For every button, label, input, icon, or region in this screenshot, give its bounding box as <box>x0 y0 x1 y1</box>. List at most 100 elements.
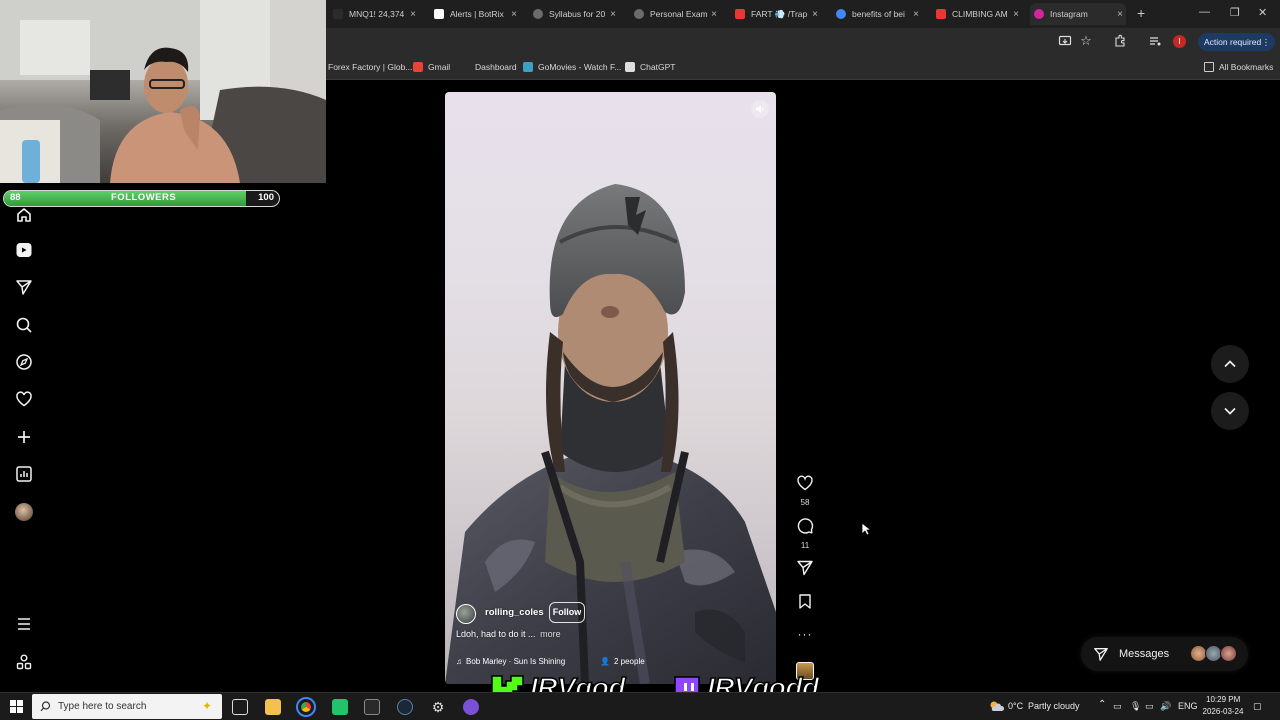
also-from-meta-icon[interactable] <box>15 653 33 671</box>
messages-label: Messages <box>1119 648 1170 660</box>
comment-icon <box>797 518 814 534</box>
bookmark-item[interactable]: GoMovies - Watch F... <box>523 62 621 72</box>
explore-icon[interactable] <box>15 353 33 371</box>
battery-icon[interactable]: ▭ <box>1145 701 1154 712</box>
tab-1[interactable]: Alerts | BotRix × <box>430 3 520 25</box>
chrome-icon[interactable] <box>296 697 316 717</box>
close-tab-icon[interactable]: × <box>708 9 720 20</box>
mute-toggle-icon[interactable] <box>751 100 769 118</box>
tagged-people-chip[interactable]: 👤 2 people <box>600 654 645 669</box>
windows-start-icon[interactable] <box>10 700 23 713</box>
weather-temp[interactable]: 0°C <box>1008 701 1023 711</box>
tab-4[interactable]: FART 💨 /Trap × <box>731 3 821 25</box>
youtube-icon <box>936 9 946 19</box>
microphone-icon[interactable]: 🎙 <box>1130 701 1141 712</box>
tab-5[interactable]: benefits of bei × <box>832 3 922 25</box>
folder-icon <box>1204 62 1214 72</box>
close-tab-icon[interactable]: × <box>1114 9 1126 20</box>
botrix-icon <box>434 9 444 19</box>
restore-button[interactable]: ❐ <box>1230 6 1240 19</box>
tab-active[interactable]: Instagram × <box>1030 3 1126 25</box>
close-tab-icon[interactable]: × <box>809 9 821 20</box>
bookmark-item[interactable]: Forex Factory | Glob... <box>313 62 412 72</box>
task-view-icon[interactable] <box>232 699 248 715</box>
language-indicator[interactable]: ENG <box>1178 701 1198 711</box>
notifications-center-icon[interactable]: ▢ <box>1253 701 1262 712</box>
install-app-icon[interactable] <box>1057 34 1073 50</box>
app-icon[interactable] <box>332 699 348 715</box>
tab-title: Personal Exam <box>650 9 708 19</box>
extensions-icon[interactable] <box>1112 34 1128 50</box>
clock-date[interactable]: 2026-03-24 <box>1201 707 1245 716</box>
next-reel-button[interactable] <box>1211 392 1249 430</box>
search-icon[interactable] <box>15 316 33 334</box>
settings-gear-icon[interactable]: ⚙ <box>430 699 446 715</box>
more-options-icon[interactable]: ··· <box>795 627 815 641</box>
create-icon[interactable] <box>15 428 33 446</box>
home-icon[interactable] <box>15 206 33 224</box>
previous-reel-button[interactable] <box>1211 345 1249 383</box>
app-icon[interactable] <box>463 699 479 715</box>
media-controls-icon[interactable] <box>1147 34 1163 50</box>
audio-chip[interactable]: ♫ Bob Marley · Sun Is Shining <box>456 654 565 669</box>
like-count: 58 <box>800 498 810 507</box>
tab-0[interactable]: MNQ1! 24,374 × <box>329 3 419 25</box>
action-required-button[interactable]: Action required ⋮ <box>1198 33 1276 51</box>
taskbar-search-input[interactable]: Type here to search ✦ <box>32 694 222 719</box>
webcam-feed-image <box>0 0 326 183</box>
like-button[interactable]: 58 <box>795 474 815 507</box>
tab-6[interactable]: CLIMBING AM × <box>932 3 1022 25</box>
dashboard-icon[interactable] <box>15 465 33 483</box>
bookmark-star-icon[interactable]: ☆ <box>1078 33 1094 49</box>
more-menu-icon[interactable] <box>15 615 33 633</box>
weather-description[interactable]: Partly cloudy <box>1028 701 1080 711</box>
followers-goal-bar: 88 FOLLOWERS 100 <box>3 190 280 207</box>
followers-current: 88 <box>10 192 21 203</box>
weather-icon <box>990 701 1004 711</box>
volume-icon[interactable]: 🔊 <box>1160 701 1171 712</box>
tab-2[interactable]: Syllabus for 20 × <box>529 3 619 25</box>
bookmark-item[interactable]: Dashboard <box>460 62 517 72</box>
close-tab-icon[interactable]: × <box>607 9 619 20</box>
bookmark-item[interactable]: Gmail <box>413 62 450 72</box>
tab-3[interactable]: Personal Exam × <box>630 3 720 25</box>
bookmark-item[interactable]: ChatGPT <box>625 62 675 72</box>
followers-goal: 100 <box>258 192 274 203</box>
all-bookmarks-button[interactable]: All Bookmarks <box>1204 62 1273 72</box>
minimize-button[interactable]: — <box>1199 6 1210 18</box>
network-icon[interactable]: ▭ <box>1113 701 1122 712</box>
tradingview-icon <box>333 9 343 19</box>
direct-icon[interactable] <box>15 278 33 296</box>
epic-games-icon[interactable] <box>364 699 380 715</box>
caption-more-link[interactable]: more <box>540 629 561 639</box>
profile-avatar[interactable] <box>15 503 33 521</box>
close-window-button[interactable]: ✕ <box>1258 6 1267 19</box>
reels-icon[interactable] <box>15 241 33 259</box>
caption-text: Ldoh, had to do it ... <box>456 629 536 639</box>
reel-author-avatar[interactable] <box>456 604 476 624</box>
reel-username[interactable]: rolling_coles <box>485 607 544 618</box>
close-tab-icon[interactable]: × <box>910 9 922 20</box>
new-tab-button[interactable]: + <box>1137 5 1145 21</box>
comment-button[interactable]: 11 <box>795 517 815 550</box>
save-button[interactable] <box>795 593 815 615</box>
notifications-icon[interactable] <box>15 390 33 408</box>
clock-time[interactable]: 10:29 PM <box>1206 695 1240 704</box>
close-tab-icon[interactable]: × <box>407 9 419 20</box>
person-icon: 👤 <box>600 657 610 666</box>
followers-label: FOLLOWERS <box>111 192 177 203</box>
close-tab-icon[interactable]: × <box>508 9 520 20</box>
file-explorer-icon[interactable] <box>265 699 281 715</box>
share-button[interactable] <box>795 559 815 581</box>
globe-icon <box>634 9 644 19</box>
chatgpt-icon <box>625 62 635 72</box>
reel-video[interactable]: rolling_coles Follow Ldoh, had to do it … <box>445 92 776 684</box>
steam-icon[interactable] <box>397 699 413 715</box>
gomovies-icon <box>523 62 533 72</box>
follow-button[interactable]: Follow <box>549 602 585 623</box>
close-tab-icon[interactable]: × <box>1010 9 1022 20</box>
bookmark-label: Gmail <box>428 62 451 72</box>
tab-title: Instagram <box>1050 9 1088 19</box>
show-hidden-icons-chevron-up-icon[interactable]: ⌃ <box>1098 699 1106 710</box>
profile-avatar-button[interactable]: I <box>1173 35 1186 48</box>
